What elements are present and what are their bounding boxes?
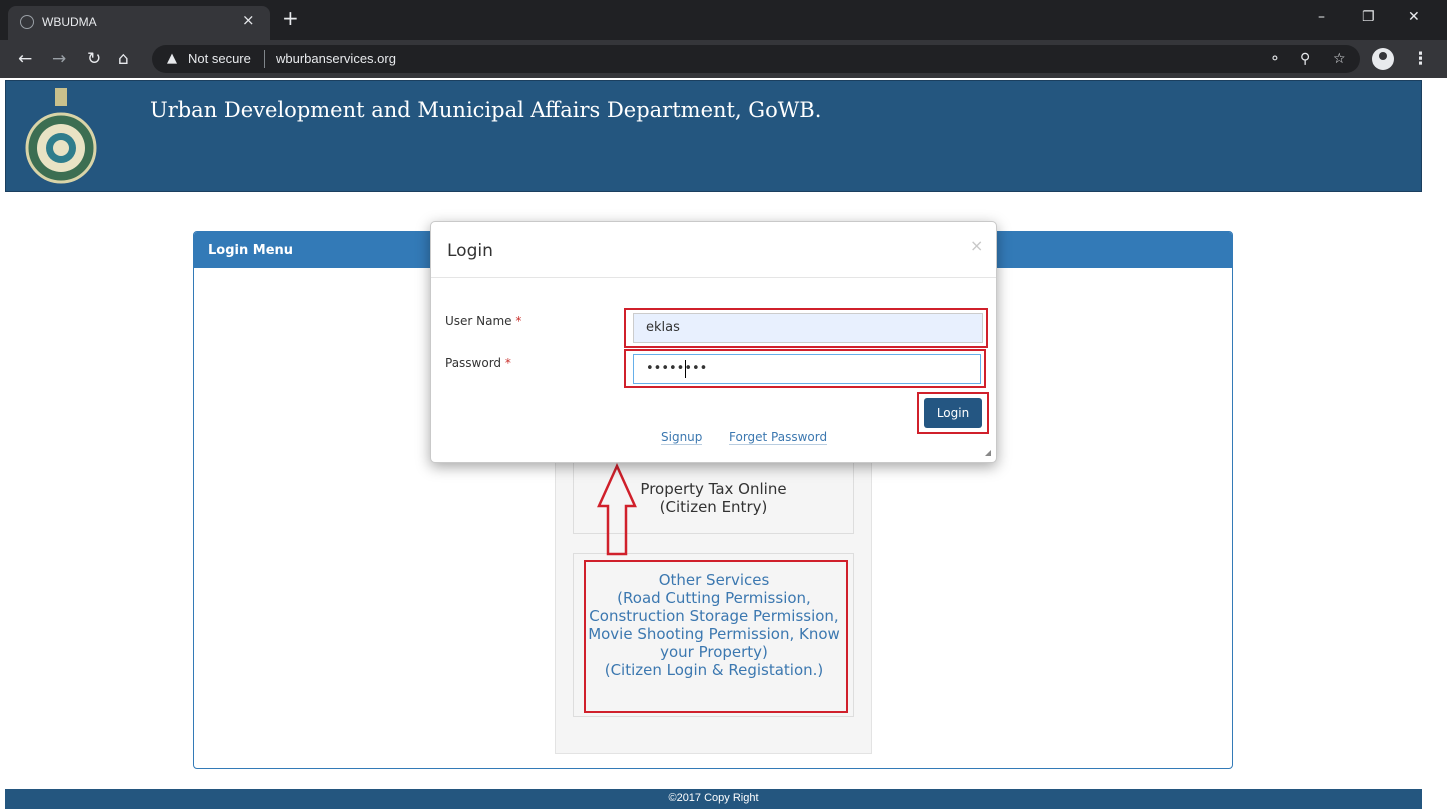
reload-icon[interactable]: ↻ bbox=[87, 50, 101, 68]
close-window-icon[interactable]: ✕ bbox=[1408, 9, 1420, 25]
forget-password-link[interactable]: Forget Password bbox=[729, 430, 828, 445]
key-icon[interactable]: ⚬ bbox=[1269, 51, 1281, 67]
tab-title: WBUDMA bbox=[42, 15, 97, 29]
username-label: User Name * bbox=[445, 314, 521, 328]
modal-divider bbox=[431, 277, 996, 278]
minimize-icon[interactable]: – bbox=[1318, 9, 1325, 25]
emblem-logo bbox=[25, 88, 97, 184]
security-label[interactable]: Not secure bbox=[188, 51, 251, 66]
site-header bbox=[5, 80, 1422, 192]
browser-tab[interactable]: WBUDMA × bbox=[8, 6, 270, 40]
annotation-box-other-services bbox=[584, 560, 848, 713]
annotation-box-username bbox=[624, 308, 988, 348]
signup-link[interactable]: Signup bbox=[661, 430, 703, 445]
copyright-text: ©2017 Copy Right bbox=[668, 792, 759, 804]
required-mark: * bbox=[515, 314, 522, 328]
annotation-box-login bbox=[917, 392, 989, 434]
site-title: Urban Development and Municipal Affairs … bbox=[150, 98, 822, 122]
resize-grip-icon[interactable] bbox=[985, 450, 991, 456]
globe-icon bbox=[20, 15, 34, 29]
password-label: Password * bbox=[445, 356, 511, 370]
restore-icon[interactable]: ❐ bbox=[1362, 9, 1375, 25]
star-icon[interactable]: ☆ bbox=[1333, 51, 1346, 67]
annotation-box-password bbox=[624, 349, 986, 388]
modal-title: Login bbox=[447, 241, 493, 261]
back-icon[interactable]: ← bbox=[18, 50, 32, 68]
home-icon[interactable]: ⌂ bbox=[118, 50, 129, 68]
address-separator bbox=[264, 50, 265, 68]
password-label-text: Password bbox=[445, 356, 502, 370]
warning-icon[interactable]: ▲ bbox=[167, 51, 177, 66]
close-tab-icon[interactable]: × bbox=[242, 11, 255, 29]
url-text[interactable]: wburbanservices.org bbox=[276, 51, 396, 66]
close-icon[interactable]: × bbox=[970, 236, 983, 255]
zoom-icon[interactable]: ⚲ bbox=[1300, 51, 1310, 67]
profile-icon[interactable] bbox=[1372, 48, 1394, 70]
required-mark: * bbox=[504, 356, 511, 370]
menu-icon[interactable]: ⋮ bbox=[1412, 49, 1429, 69]
new-tab-button[interactable]: + bbox=[282, 8, 299, 28]
forward-icon[interactable]: → bbox=[52, 50, 66, 68]
login-menu-title: Login Menu bbox=[208, 243, 294, 258]
annotation-arrow bbox=[597, 462, 637, 556]
username-label-text: User Name bbox=[445, 314, 512, 328]
